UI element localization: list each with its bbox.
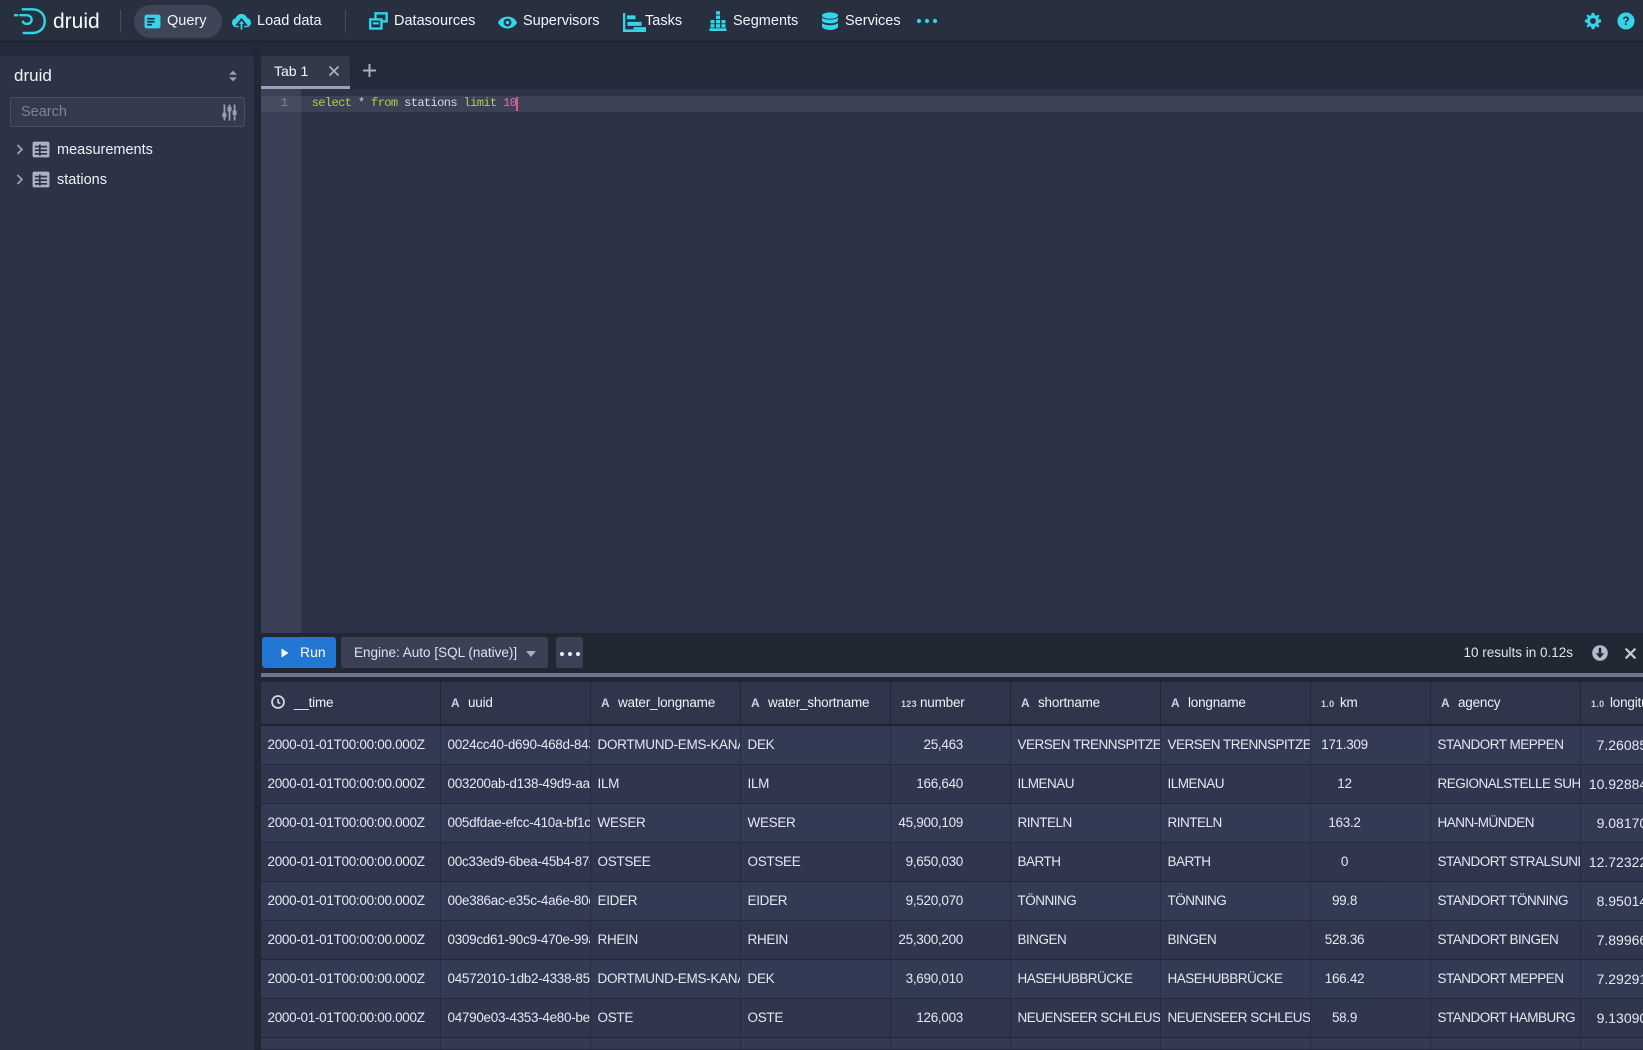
svg-text:?: ? xyxy=(1622,14,1629,28)
